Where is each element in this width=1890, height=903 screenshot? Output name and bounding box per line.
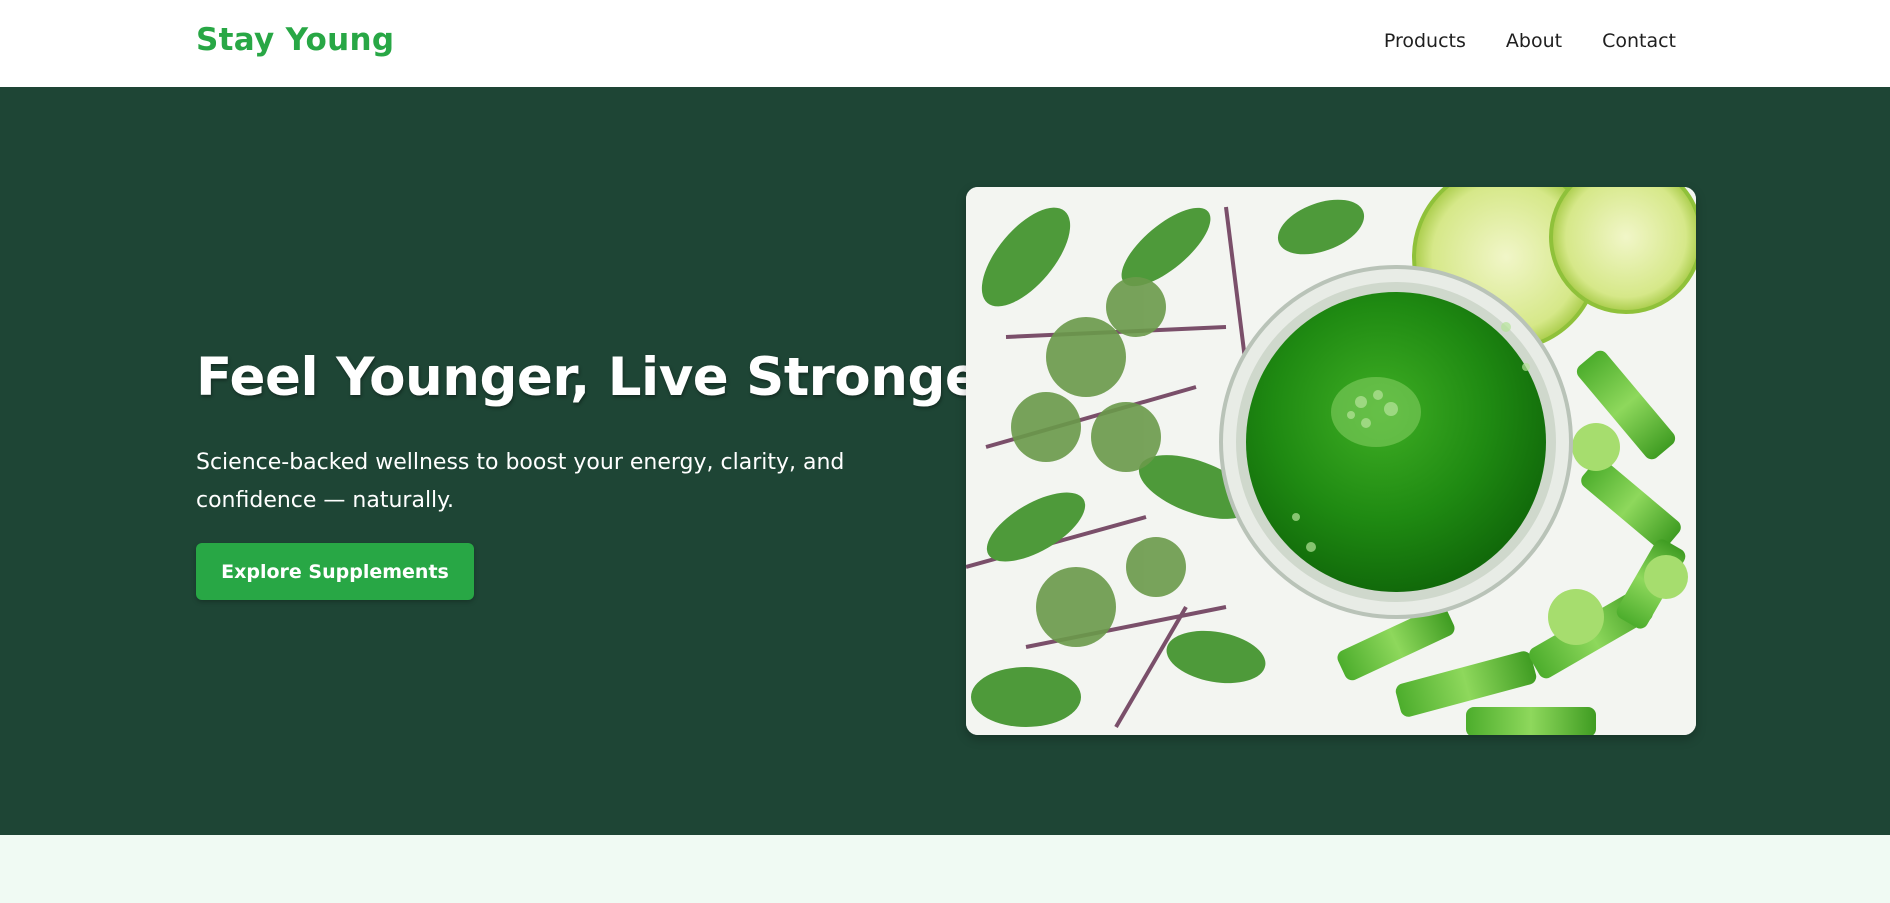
hero-image xyxy=(966,187,1696,735)
nav-link-products[interactable]: Products xyxy=(1384,30,1466,52)
hero-title: Feel Younger, Live Stronger xyxy=(196,347,1006,408)
navbar: Stay Young Products About Contact xyxy=(0,0,1890,87)
features-section xyxy=(0,835,1890,903)
nav-link-about[interactable]: About xyxy=(1506,30,1562,52)
green-juice-photo xyxy=(966,187,1696,735)
explore-supplements-button[interactable]: Explore Supplements xyxy=(196,543,474,600)
nav-link-contact[interactable]: Contact xyxy=(1602,30,1676,52)
nav-links: Products About Contact xyxy=(1384,30,1676,52)
hero-subtitle: Science-backed wellness to boost your en… xyxy=(196,450,845,513)
brand-logo[interactable]: Stay Young xyxy=(196,22,394,58)
hero-section: Feel Younger, Live Stronger Science-back… xyxy=(0,87,1890,835)
